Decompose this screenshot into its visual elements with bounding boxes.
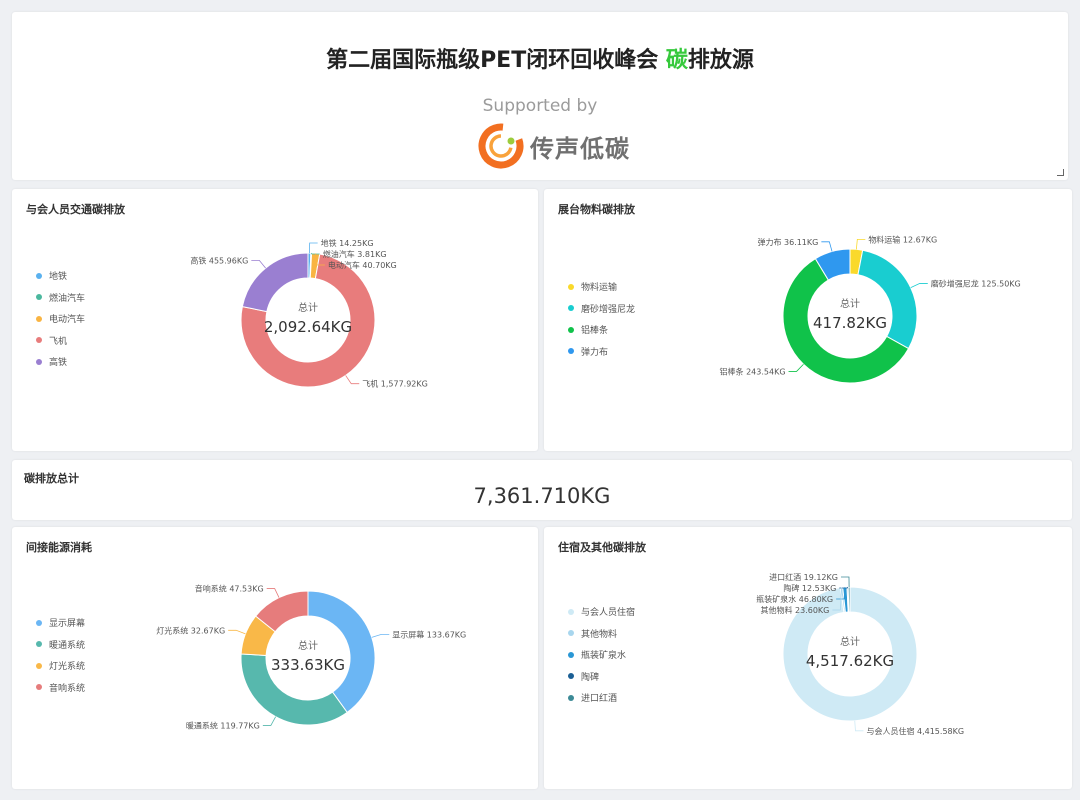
leader-line xyxy=(821,241,833,252)
slice-label: 进口红酒 19.12KG xyxy=(769,572,838,582)
slice-label: 瓶装矿泉水 46.80KG xyxy=(756,594,833,604)
slice-label: 地铁 14.25KG xyxy=(321,238,374,248)
donut-center-value: 2,092.64KG xyxy=(264,318,352,336)
slice-label: 飞机 1,577.92KG xyxy=(362,379,428,389)
total-emission-value: 7,361.710KG xyxy=(473,484,611,508)
slice-label: 物料运输 12.67KG xyxy=(868,234,937,244)
chart-card-booth-materials: 展台物料碳排放 物料运输 磨砂增强尼龙 铝棒条 弹力布 物料运输 12.67KG 磨砂增… xyxy=(544,189,1072,451)
page-title: 第二届国际瓶级PET闭环回收峰会 碳排放源 xyxy=(12,42,1068,74)
slice-label: 铝棒条 243.54KG xyxy=(720,366,786,376)
donut-chart-indirect-energy: 显示屏幕 133.67KG 音响系统 47.53KG 灯光系统 32.67KG 暖通系… xyxy=(156,584,466,731)
donut-center-label: 总计 xyxy=(840,297,860,310)
donut-slice[interactable] xyxy=(847,586,851,613)
donut-slice[interactable] xyxy=(857,249,918,350)
slice-label: 暖通系统 119.77KG xyxy=(186,720,260,730)
leader-line xyxy=(228,629,246,635)
slice-label: 灯光系统 32.67KG xyxy=(156,625,225,635)
brand-logo-icon xyxy=(478,123,524,169)
donut-center-label: 总计 xyxy=(298,301,318,314)
page-title-highlight: 碳 xyxy=(665,48,688,73)
leader-line xyxy=(345,375,360,385)
slice-label: 弹力布 36.11KG xyxy=(757,237,818,247)
slice-label: 燃油汽车 3.81KG xyxy=(323,249,387,259)
donut-chart-booth-materials: 物料运输 12.67KG 磨砂增强尼龙 125.50KG 弹力布 36.11KG 铝棒… xyxy=(720,234,1021,384)
slice-label: 高铁 455.96KG xyxy=(190,255,248,265)
leader-line xyxy=(855,238,866,250)
donut-chart-lodging-other: 与会人员住宿 4,415.58KG 进口红酒 19.12KG陶碑 12.53KG瓶… xyxy=(756,572,964,736)
donut-center-value: 417.82KG xyxy=(813,314,887,332)
total-emission-card: 碳排放总计 7,361.710KG xyxy=(12,460,1072,520)
page-title-tail: 排放源 xyxy=(687,48,754,73)
chart-card-transport: 与会人员交通碳排放 地铁 燃油汽车 电动汽车 飞机 高铁 地铁 14.25KG 燃油汽车 … xyxy=(12,189,538,451)
leader-line xyxy=(371,633,390,638)
slice-label: 陶碑 12.53KG xyxy=(783,583,836,593)
supported-by-text: Supported by xyxy=(482,96,598,116)
brand-logo: 传声低碳 xyxy=(478,122,630,170)
donut-center-value: 4,517.62KG xyxy=(806,652,894,670)
leader-line xyxy=(840,576,850,588)
leader-line xyxy=(854,720,864,732)
slice-label: 音响系统 47.53KG xyxy=(195,584,264,594)
leader-line xyxy=(266,588,280,598)
donut-chart-transport: 地铁 14.25KG燃油汽车 3.81KG电动汽车 40.70KG 飞机 1,57… xyxy=(190,238,428,389)
leader-line xyxy=(309,242,318,254)
leader-line xyxy=(251,259,266,269)
slice-label: 与会人员住宿 4,415.58KG xyxy=(866,726,964,736)
brand-name: 传声低碳 xyxy=(530,134,630,163)
donut-center-label: 总计 xyxy=(298,639,318,652)
header-card: 第二届国际瓶级PET闭环回收峰会 碳排放源 Supported by 传声低碳 xyxy=(12,12,1068,180)
donut-center-label: 总计 xyxy=(840,635,860,648)
page-title-main: 第二届国际瓶级PET闭环回收峰会 xyxy=(326,48,666,73)
slice-label: 磨砂增强尼龙 125.50KG xyxy=(931,278,1021,288)
resize-handle[interactable] xyxy=(1057,169,1064,176)
leader-line xyxy=(262,716,277,726)
leader-line xyxy=(788,363,804,372)
slice-label: 显示屏幕 133.67KG xyxy=(392,629,466,639)
chart-card-indirect-energy: 间接能源消耗 显示屏幕 暖通系统 灯光系统 音响系统 显示屏幕 133.67KG 音响系… xyxy=(12,527,538,789)
slice-label: 电动汽车 40.70KG xyxy=(328,260,397,270)
donut-center-value: 333.63KG xyxy=(271,656,345,674)
slice-label: 其他物料 23.60KG xyxy=(760,605,829,615)
chart-card-lodging-other: 住宿及其他碳排放 与会人员住宿 其他物料 瓶装矿泉水 陶碑 进口红酒 与会人员住宿 4,… xyxy=(544,527,1072,789)
leader-line xyxy=(910,283,928,289)
donut-slice[interactable] xyxy=(307,590,376,714)
